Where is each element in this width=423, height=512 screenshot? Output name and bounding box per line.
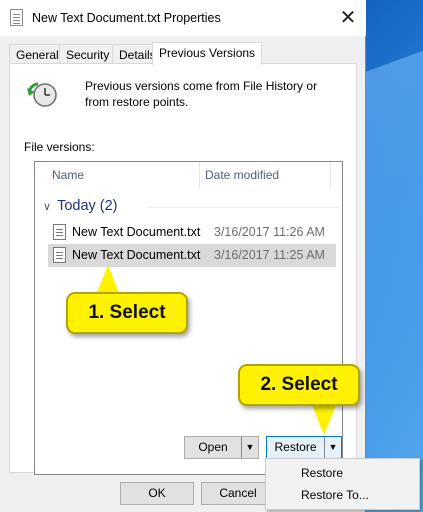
group-divider xyxy=(147,207,339,208)
properties-dialog: New Text Document.txt Properties ✕ Gener… xyxy=(0,0,366,512)
restore-dropdown-arrow[interactable]: ▼ xyxy=(324,437,341,458)
restore-button-label: Restore xyxy=(274,440,317,454)
callout-1-pointer xyxy=(96,265,120,295)
ok-button[interactable]: OK xyxy=(120,482,194,505)
tab-security[interactable]: Security xyxy=(59,44,117,64)
callout-2-select: 2. Select xyxy=(238,364,360,406)
cancel-button[interactable]: Cancel xyxy=(201,482,275,505)
file-date: 3/16/2017 11:26 AM xyxy=(214,225,325,239)
list-item-selected[interactable]: New Text Document.txt 3/16/2017 11:25 AM xyxy=(48,244,336,267)
close-button[interactable]: ✕ xyxy=(330,0,366,36)
file-name: New Text Document.txt xyxy=(72,225,201,239)
column-separator[interactable] xyxy=(330,162,331,188)
callout-1-select: 1. Select xyxy=(66,292,188,334)
previous-versions-panel: Previous versions come from File History… xyxy=(9,63,357,475)
list-item[interactable]: New Text Document.txt 3/16/2017 11:26 AM xyxy=(48,221,336,244)
file-versions-label: File versions: xyxy=(24,140,95,154)
menu-item-restore-to[interactable]: Restore To... xyxy=(266,484,419,506)
title-bar[interactable]: New Text Document.txt Properties ✕ xyxy=(0,0,366,36)
tab-general[interactable]: General xyxy=(9,44,66,64)
group-header-today[interactable]: ∨ Today (2) xyxy=(43,198,118,214)
document-icon xyxy=(53,224,66,240)
file-date: 3/16/2017 11:25 AM xyxy=(214,248,325,262)
chevron-down-icon: ∨ xyxy=(43,200,52,213)
window-title: New Text Document.txt Properties xyxy=(32,11,221,25)
info-text: Previous versions come from File History… xyxy=(85,79,318,109)
column-header-name[interactable]: Name xyxy=(52,162,84,188)
document-icon xyxy=(53,247,66,263)
document-icon xyxy=(10,9,23,26)
open-dropdown-arrow[interactable]: ▼ xyxy=(241,437,258,458)
file-name: New Text Document.txt xyxy=(72,248,201,262)
group-label: Today (2) xyxy=(57,198,118,214)
menu-item-restore[interactable]: Restore xyxy=(266,462,419,484)
restore-dropdown-menu: Restore Restore To... xyxy=(265,458,420,510)
tab-previous-versions[interactable]: Previous Versions xyxy=(152,42,263,65)
callout-2-pointer xyxy=(312,405,336,435)
restore-clock-icon xyxy=(27,82,57,107)
restore-button[interactable]: Restore ▼ xyxy=(266,436,342,459)
open-button[interactable]: Open ▼ xyxy=(184,436,259,459)
open-button-label: Open xyxy=(198,440,228,454)
column-header-date[interactable]: Date modified xyxy=(205,162,279,188)
column-separator[interactable] xyxy=(199,162,200,188)
tab-strip: General Security Details Previous Versio… xyxy=(9,42,357,65)
